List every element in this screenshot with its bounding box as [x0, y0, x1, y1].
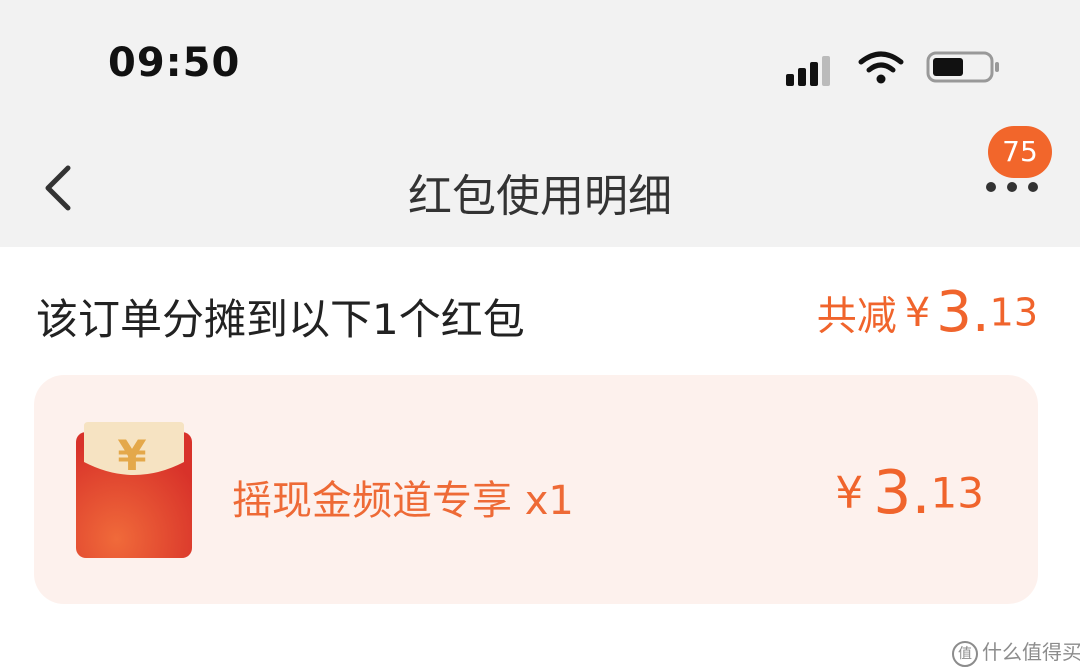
wifi-icon [858, 51, 904, 84]
status-time: 09:50 [108, 40, 241, 86]
watermark-text: 什么值得买 [982, 640, 1080, 664]
amount-decimal: 13 [989, 290, 1038, 335]
battery-icon [926, 51, 999, 83]
signal-icon [786, 54, 830, 86]
currency-symbol: ¥ [835, 467, 864, 519]
red-envelope-icon: ¥ [76, 422, 192, 558]
reduce-label: 共减 [816, 293, 897, 340]
svg-text:¥: ¥ [117, 431, 146, 480]
amount-decimal: 13 [930, 468, 984, 518]
summary-text: 该订单分摊到以下1个红包 [36, 295, 525, 344]
page-title: 红包使用明细 [408, 171, 672, 222]
red-packet-name: 摇现金频道专享 x1 [232, 478, 574, 524]
currency-symbol: ¥ [904, 289, 931, 336]
total-reduction: 共减 ¥3.13 [817, 280, 1038, 345]
amount-integer: 3. [873, 458, 931, 528]
red-packet-amount: ¥3.13 [835, 458, 984, 528]
watermark: 值什么值得买 [952, 636, 1080, 667]
notification-badge: 75 [988, 126, 1052, 178]
amount-integer: 3. [936, 280, 990, 345]
zhi-icon: 值 [952, 640, 978, 667]
